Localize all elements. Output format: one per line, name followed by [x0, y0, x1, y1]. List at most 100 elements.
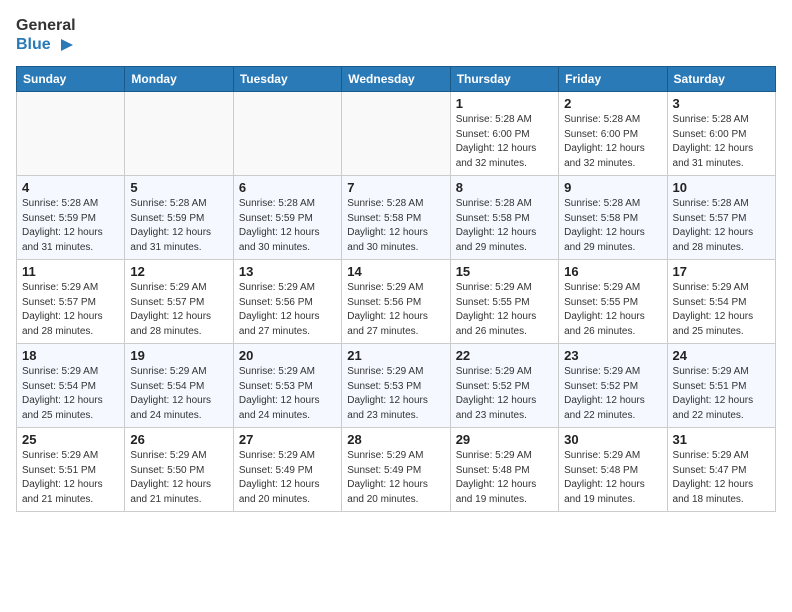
- day-number: 29: [456, 432, 553, 447]
- day-info: Sunrise: 5:29 AM Sunset: 5:57 PM Dayligh…: [22, 281, 119, 339]
- day-info: Sunrise: 5:29 AM Sunset: 5:57 PM Dayligh…: [130, 281, 227, 339]
- page-header: General Blue: [16, 16, 776, 54]
- day-number: 31: [673, 432, 770, 447]
- day-info: Sunrise: 5:29 AM Sunset: 5:52 PM Dayligh…: [564, 365, 661, 423]
- day-info: Sunrise: 5:29 AM Sunset: 5:55 PM Dayligh…: [456, 281, 553, 339]
- calendar-cell: 30Sunrise: 5:29 AM Sunset: 5:48 PM Dayli…: [559, 428, 667, 512]
- calendar-cell: [17, 92, 125, 176]
- day-info: Sunrise: 5:29 AM Sunset: 5:49 PM Dayligh…: [239, 449, 336, 507]
- day-header-monday: Monday: [125, 67, 233, 92]
- day-number: 10: [673, 180, 770, 195]
- day-number: 8: [456, 180, 553, 195]
- calendar-week-5: 25 Sunrise: 5:29 AM Sunset: 5:51 PM Dayli…: [17, 428, 776, 512]
- day-header-thursday: Thursday: [450, 67, 558, 92]
- calendar-week-1: 1 Sunrise: 5:28 AM Sunset: 6:00 PM Daylig…: [17, 92, 776, 176]
- day-info: Sunrise: 5:28 AM Sunset: 5:59 PM Dayligh…: [22, 197, 119, 255]
- day-number: 12: [130, 264, 227, 279]
- day-info: Sunrise: 5:29 AM Sunset: 5:48 PM Dayligh…: [456, 449, 553, 507]
- day-number: 22: [456, 348, 553, 363]
- day-number: 6: [239, 180, 336, 195]
- calendar-cell: 20 Sunrise: 5:29 AM Sunset: 5:53 PM Dayli…: [233, 344, 341, 428]
- calendar-cell: 21 Sunrise: 5:29 AM Sunset: 5:53 PM Dayli…: [342, 344, 450, 428]
- day-info: Sunrise: 5:28 AM Sunset: 5:59 PM Dayligh…: [239, 197, 336, 255]
- day-number: 26: [130, 432, 227, 447]
- day-info: Sunrise: 5:29 AM Sunset: 5:54 PM Dayligh…: [673, 281, 770, 339]
- calendar-cell: 25 Sunrise: 5:29 AM Sunset: 5:51 PM Dayli…: [17, 428, 125, 512]
- day-number: 21: [347, 348, 444, 363]
- day-number: 5: [130, 180, 227, 195]
- calendar-cell: 11Sunrise: 5:29 AM Sunset: 5:57 PM Dayli…: [17, 260, 125, 344]
- calendar-cell: 7 Sunrise: 5:28 AM Sunset: 5:58 PM Daylig…: [342, 176, 450, 260]
- day-number: 4: [22, 180, 119, 195]
- day-info: Sunrise: 5:28 AM Sunset: 5:58 PM Dayligh…: [456, 197, 553, 255]
- day-info: Sunrise: 5:29 AM Sunset: 5:54 PM Dayligh…: [22, 365, 119, 423]
- day-info: Sunrise: 5:29 AM Sunset: 5:55 PM Dayligh…: [564, 281, 661, 339]
- day-info: Sunrise: 5:29 AM Sunset: 5:53 PM Dayligh…: [347, 365, 444, 423]
- day-number: 13: [239, 264, 336, 279]
- calendar-cell: [342, 92, 450, 176]
- day-number: 25: [22, 432, 119, 447]
- day-info: Sunrise: 5:29 AM Sunset: 5:47 PM Dayligh…: [673, 449, 770, 507]
- day-info: Sunrise: 5:29 AM Sunset: 5:51 PM Dayligh…: [673, 365, 770, 423]
- calendar-cell: 19 Sunrise: 5:29 AM Sunset: 5:54 PM Dayli…: [125, 344, 233, 428]
- calendar-cell: 27 Sunrise: 5:29 AM Sunset: 5:49 PM Dayli…: [233, 428, 341, 512]
- calendar-header-row: SundayMondayTuesdayWednesdayThursdayFrid…: [17, 67, 776, 92]
- day-number: 1: [456, 96, 553, 111]
- day-number: 28: [347, 432, 444, 447]
- day-header-wednesday: Wednesday: [342, 67, 450, 92]
- calendar-cell: 13 Sunrise: 5:29 AM Sunset: 5:56 PM Dayli…: [233, 260, 341, 344]
- calendar-cell: 1Sunrise: 5:28 AM Sunset: 6:00 PM Daylig…: [450, 92, 558, 176]
- calendar-cell: 29 Sunrise: 5:29 AM Sunset: 5:48 PM Dayli…: [450, 428, 558, 512]
- day-number: 16: [564, 264, 661, 279]
- calendar-cell: 4 Sunrise: 5:28 AM Sunset: 5:59 PM Daylig…: [17, 176, 125, 260]
- calendar-cell: [125, 92, 233, 176]
- calendar-cell: 14Sunrise: 5:29 AM Sunset: 5:56 PM Dayli…: [342, 260, 450, 344]
- day-number: 17: [673, 264, 770, 279]
- day-number: 24: [673, 348, 770, 363]
- day-number: 7: [347, 180, 444, 195]
- day-info: Sunrise: 5:28 AM Sunset: 5:57 PM Dayligh…: [673, 197, 770, 255]
- day-number: 2: [564, 96, 661, 111]
- day-number: 20: [239, 348, 336, 363]
- calendar-week-3: 11Sunrise: 5:29 AM Sunset: 5:57 PM Dayli…: [17, 260, 776, 344]
- calendar-cell: 6 Sunrise: 5:28 AM Sunset: 5:59 PM Daylig…: [233, 176, 341, 260]
- day-info: Sunrise: 5:28 AM Sunset: 6:00 PM Dayligh…: [673, 113, 770, 171]
- calendar-body: 1 Sunrise: 5:28 AM Sunset: 6:00 PM Daylig…: [17, 92, 776, 512]
- calendar-cell: 2 Sunrise: 5:28 AM Sunset: 6:00 PM Daylig…: [559, 92, 667, 176]
- calendar-cell: 9 Sunrise: 5:28 AM Sunset: 5:58 PM Daylig…: [559, 176, 667, 260]
- calendar-table: SundayMondayTuesdayWednesdayThursdayFrid…: [16, 66, 776, 512]
- calendar-cell: 12 Sunrise: 5:29 AM Sunset: 5:57 PM Dayli…: [125, 260, 233, 344]
- day-number: 30: [564, 432, 661, 447]
- calendar-cell: 26 Sunrise: 5:29 AM Sunset: 5:50 PM Dayli…: [125, 428, 233, 512]
- calendar-cell: 16 Sunrise: 5:29 AM Sunset: 5:55 PM Dayli…: [559, 260, 667, 344]
- calendar-cell: 5Sunrise: 5:28 AM Sunset: 5:59 PM Daylig…: [125, 176, 233, 260]
- logo-arrow-icon: [53, 37, 75, 53]
- day-info: Sunrise: 5:29 AM Sunset: 5:53 PM Dayligh…: [239, 365, 336, 423]
- day-number: 27: [239, 432, 336, 447]
- day-info: Sunrise: 5:29 AM Sunset: 5:51 PM Dayligh…: [22, 449, 119, 507]
- calendar-cell: 3 Sunrise: 5:28 AM Sunset: 6:00 PM Daylig…: [667, 92, 775, 176]
- day-info: Sunrise: 5:29 AM Sunset: 5:54 PM Dayligh…: [130, 365, 227, 423]
- calendar-week-4: 18Sunrise: 5:29 AM Sunset: 5:54 PM Dayli…: [17, 344, 776, 428]
- day-info: Sunrise: 5:28 AM Sunset: 5:58 PM Dayligh…: [347, 197, 444, 255]
- calendar-cell: 10 Sunrise: 5:28 AM Sunset: 5:57 PM Dayli…: [667, 176, 775, 260]
- calendar-cell: 31 Sunrise: 5:29 AM Sunset: 5:47 PM Dayli…: [667, 428, 775, 512]
- day-header-sunday: Sunday: [17, 67, 125, 92]
- day-number: 3: [673, 96, 770, 111]
- day-info: Sunrise: 5:29 AM Sunset: 5:56 PM Dayligh…: [239, 281, 336, 339]
- day-number: 23: [564, 348, 661, 363]
- logo-text: General Blue: [16, 16, 76, 54]
- day-info: Sunrise: 5:28 AM Sunset: 6:00 PM Dayligh…: [564, 113, 661, 171]
- day-info: Sunrise: 5:29 AM Sunset: 5:50 PM Dayligh…: [130, 449, 227, 507]
- day-header-friday: Friday: [559, 67, 667, 92]
- calendar-week-2: 4 Sunrise: 5:28 AM Sunset: 5:59 PM Daylig…: [17, 176, 776, 260]
- calendar-cell: 17 Sunrise: 5:29 AM Sunset: 5:54 PM Dayli…: [667, 260, 775, 344]
- day-number: 19: [130, 348, 227, 363]
- calendar-cell: 15 Sunrise: 5:29 AM Sunset: 5:55 PM Dayli…: [450, 260, 558, 344]
- day-info: Sunrise: 5:28 AM Sunset: 5:58 PM Dayligh…: [564, 197, 661, 255]
- calendar-cell: 8 Sunrise: 5:28 AM Sunset: 5:58 PM Daylig…: [450, 176, 558, 260]
- day-number: 9: [564, 180, 661, 195]
- day-info: Sunrise: 5:29 AM Sunset: 5:49 PM Dayligh…: [347, 449, 444, 507]
- day-info: Sunrise: 5:29 AM Sunset: 5:52 PM Dayligh…: [456, 365, 553, 423]
- day-number: 15: [456, 264, 553, 279]
